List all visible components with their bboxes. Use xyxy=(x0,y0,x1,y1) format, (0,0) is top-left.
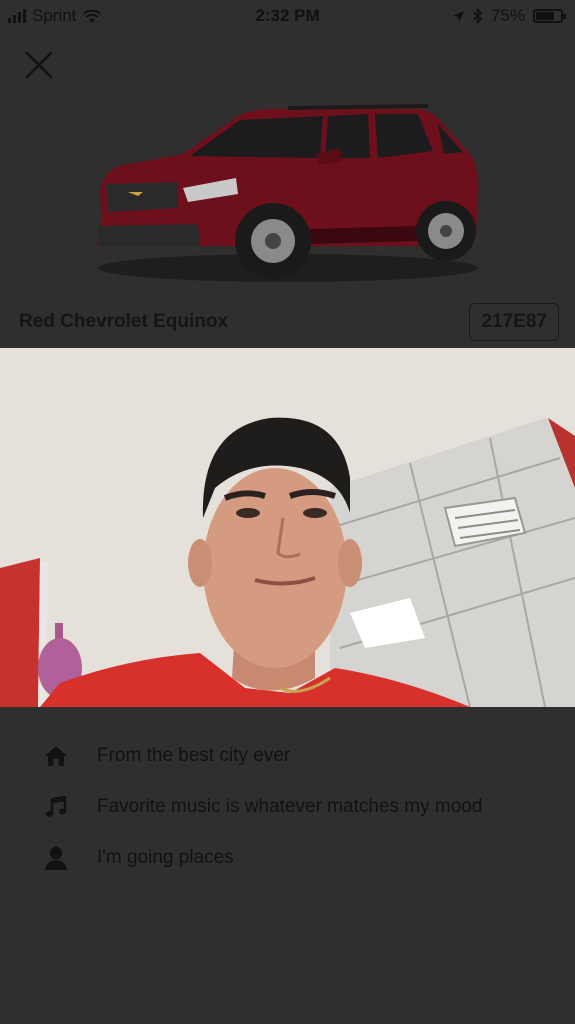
home-icon xyxy=(44,744,68,768)
car-image xyxy=(0,88,575,298)
battery-percent: 75% xyxy=(490,6,525,25)
driver-photo-illustration xyxy=(0,348,575,707)
info-item-music: Favorite music is whatever matches my mo… xyxy=(0,781,575,832)
music-note-icon xyxy=(44,795,68,819)
location-arrow-icon xyxy=(452,10,464,22)
close-icon xyxy=(25,51,53,79)
info-text: From the best city ever xyxy=(97,744,291,766)
battery-icon xyxy=(533,9,566,23)
info-item-personality: I'm going places xyxy=(0,832,575,883)
car-name: Red Chevrolet Equinox xyxy=(19,311,229,332)
bluetooth-icon xyxy=(473,8,483,24)
close-button[interactable] xyxy=(20,46,58,84)
status-right: 75% xyxy=(452,6,566,26)
car-illustration xyxy=(96,104,479,282)
driver-photo xyxy=(0,348,575,707)
info-list: From the best city ever Favorite music i… xyxy=(0,730,575,883)
info-item-hometown: From the best city ever xyxy=(0,730,575,781)
person-icon xyxy=(44,846,68,870)
status-bar: Sprint 2:32 PM 75% xyxy=(0,0,575,34)
info-text: Favorite music is whatever matches my mo… xyxy=(97,795,483,817)
license-plate: 217E87 xyxy=(469,303,559,341)
info-text: I'm going places xyxy=(97,846,234,868)
